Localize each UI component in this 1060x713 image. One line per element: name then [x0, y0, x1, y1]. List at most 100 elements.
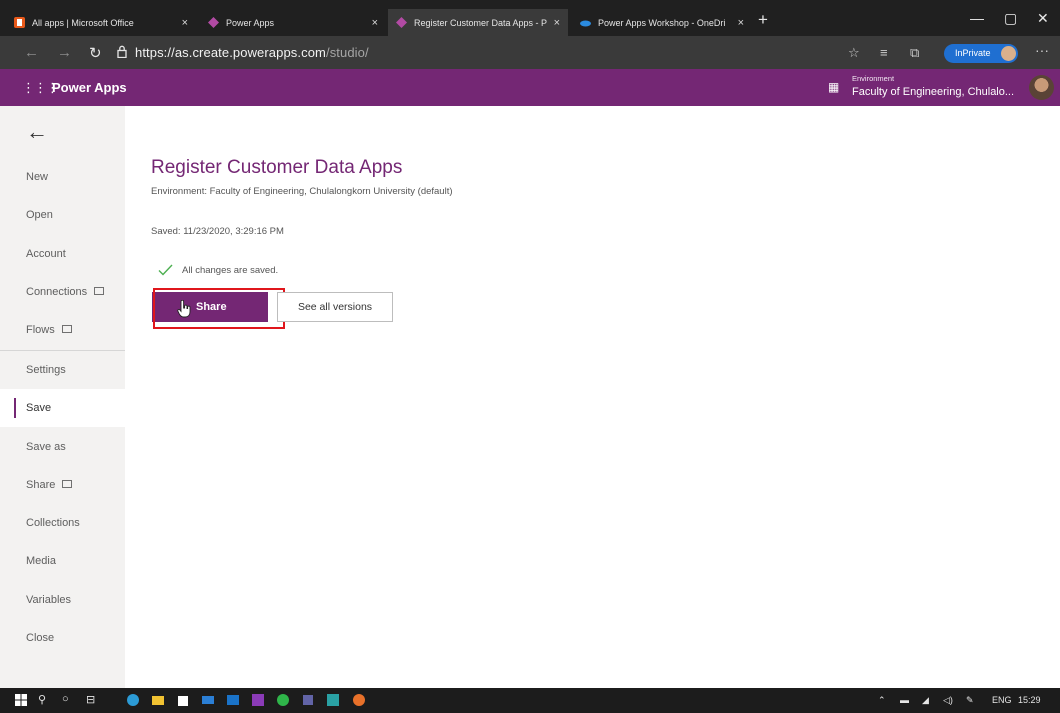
- store-icon[interactable]: [176, 693, 190, 707]
- file-menu-sidebar: ← New Open Account Connections Flows Set…: [0, 106, 125, 688]
- battery-icon[interactable]: ▬: [900, 695, 909, 705]
- user-avatar[interactable]: [1029, 75, 1054, 100]
- sidebar-item-account[interactable]: Account: [0, 235, 125, 273]
- sidebar-item-label: Variables: [26, 594, 72, 606]
- sidebar-item-save-as[interactable]: Save as: [0, 428, 125, 466]
- page-title: Register Customer Data Apps: [151, 157, 403, 178]
- sidebar-item-save[interactable]: Save: [0, 389, 125, 427]
- sidebar-item-label: Close: [26, 632, 55, 644]
- inprivate-badge[interactable]: InPrivate: [944, 44, 1018, 63]
- sidebar-item-share[interactable]: Share: [0, 466, 125, 504]
- sidebar-item-label: Share: [26, 479, 56, 491]
- powerapps-icon: [396, 17, 407, 28]
- close-icon[interactable]: ×: [554, 17, 560, 29]
- hand-cursor-icon: [177, 300, 191, 318]
- sidebar-item-new[interactable]: New: [0, 158, 125, 196]
- network-icon[interactable]: ◢: [922, 695, 929, 706]
- windows-taskbar: ⚲ ○ ⊟ ⌃ ▬ ◢ ◁) ✎ ENG 15:29: [0, 688, 1060, 713]
- office-icon: [14, 17, 25, 28]
- cortana-icon[interactable]: ○: [62, 693, 69, 705]
- refresh-icon[interactable]: ↻: [89, 44, 102, 62]
- sidebar-item-label: Connections: [26, 286, 88, 298]
- language-indicator[interactable]: ENG: [992, 695, 1012, 705]
- app-header: ⋮⋮⋮ Power Apps ▦ Environment Faculty of …: [0, 69, 1060, 106]
- see-all-versions-button[interactable]: See all versions: [277, 292, 393, 322]
- saved-timestamp: Saved: 11/23/2020, 3:29:16 PM: [151, 226, 284, 237]
- sidebar-item-media[interactable]: Media: [0, 542, 125, 580]
- sidebar-item-label: Save as: [26, 441, 66, 453]
- environment-name[interactable]: Faculty of Engineering, Chulalo...: [852, 86, 1014, 98]
- edge-browser-icon[interactable]: [126, 693, 140, 707]
- maximize-button[interactable]: ▢: [1004, 10, 1017, 27]
- collections-icon[interactable]: ⧉: [910, 45, 919, 61]
- back-arrow-icon[interactable]: ←: [26, 119, 48, 145]
- outlook-icon[interactable]: [226, 693, 240, 707]
- photos-icon[interactable]: [326, 693, 340, 707]
- search-icon[interactable]: ⚲: [38, 693, 46, 706]
- sidebar-item-label: Open: [26, 209, 53, 221]
- browser-tab-onedrive[interactable]: Power Apps Workshop - OneDri ×: [572, 9, 752, 36]
- sidebar-item-collections[interactable]: Collections: [0, 504, 125, 542]
- task-view-icon[interactable]: ⊟: [86, 693, 95, 706]
- external-link-icon: [94, 287, 105, 295]
- url-path: /studio/: [325, 45, 369, 60]
- forward-arrow-icon[interactable]: →: [57, 44, 72, 61]
- close-icon[interactable]: ×: [738, 17, 744, 29]
- sidebar-item-label: New: [26, 171, 49, 183]
- save-status-text: All changes are saved.: [182, 264, 279, 276]
- external-link-icon: [62, 480, 73, 488]
- address-input[interactable]: https://as.create.powerapps.com/studio/: [135, 45, 369, 60]
- favorites-list-icon[interactable]: ≡: [880, 45, 888, 60]
- back-arrow-icon[interactable]: ←: [24, 44, 39, 61]
- external-link-icon: [61, 325, 72, 333]
- tray-expand-icon[interactable]: ⌃: [878, 695, 886, 706]
- app-name[interactable]: Power Apps: [52, 80, 127, 95]
- onenote-icon[interactable]: [251, 693, 265, 707]
- minimize-button[interactable]: —: [970, 10, 984, 26]
- windows-start-icon[interactable]: [14, 693, 28, 707]
- sidebar-item-settings[interactable]: Settings: [0, 351, 125, 389]
- highlight-box: [153, 288, 285, 329]
- more-options-icon[interactable]: ···: [1035, 42, 1049, 58]
- clock[interactable]: 15:29: [1018, 695, 1041, 705]
- mail-icon[interactable]: [201, 693, 215, 707]
- sidebar-item-label: Settings: [26, 364, 66, 376]
- sidebar-item-label: Flows: [26, 324, 55, 336]
- tab-label: All apps | Microsoft Office: [32, 17, 134, 28]
- tab-label: Power Apps: [226, 17, 275, 28]
- sidebar-item-variables[interactable]: Variables: [0, 581, 125, 619]
- browser-tab-bar: All apps | Microsoft Office × Power Apps…: [0, 0, 1060, 36]
- powerapps-icon: [208, 17, 219, 28]
- sidebar-item-label: Save: [26, 402, 52, 414]
- favorite-star-icon[interactable]: ☆: [848, 45, 860, 61]
- url-host: https://as.create.powerapps.com: [135, 45, 326, 60]
- browser-toolbar: ← → ↻ https://as.create.powerapps.com/st…: [0, 36, 1060, 69]
- teams-icon[interactable]: [301, 693, 315, 707]
- sidebar-item-label: Collections: [26, 517, 80, 529]
- close-icon[interactable]: ×: [372, 17, 378, 29]
- onedrive-icon: [580, 20, 591, 27]
- browser-tab-register-app[interactable]: Register Customer Data Apps - P ×: [388, 9, 568, 36]
- window-close-button[interactable]: ✕: [1037, 10, 1049, 27]
- chat-app-icon[interactable]: [276, 693, 290, 707]
- sidebar-item-connections[interactable]: Connections: [0, 273, 125, 311]
- sidebar-item-close[interactable]: Close: [0, 619, 125, 657]
- environment-label: Environment: [852, 74, 895, 83]
- new-tab-button[interactable]: +: [758, 10, 768, 30]
- sidebar-item-flows[interactable]: Flows: [0, 311, 125, 349]
- environment-icon[interactable]: ▦: [828, 80, 839, 94]
- profile-avatar: [1001, 46, 1016, 61]
- environment-info: Environment: Faculty of Engineering, Chu…: [151, 186, 453, 197]
- sidebar-item-open[interactable]: Open: [0, 196, 125, 234]
- inprivate-label: InPrivate: [955, 48, 991, 58]
- tab-label: Register Customer Data Apps - P: [414, 17, 548, 28]
- lock-icon: [117, 45, 127, 58]
- file-explorer-icon[interactable]: [151, 693, 165, 707]
- sidebar-item-label: Account: [26, 248, 66, 260]
- browser-tab-powerapps[interactable]: Power Apps ×: [200, 9, 386, 36]
- volume-icon[interactable]: ◁): [943, 695, 953, 706]
- close-icon[interactable]: ×: [182, 17, 188, 29]
- pen-icon[interactable]: ✎: [966, 695, 974, 706]
- browser-tab-office[interactable]: All apps | Microsoft Office ×: [6, 9, 196, 36]
- browser-app-icon[interactable]: [352, 693, 366, 707]
